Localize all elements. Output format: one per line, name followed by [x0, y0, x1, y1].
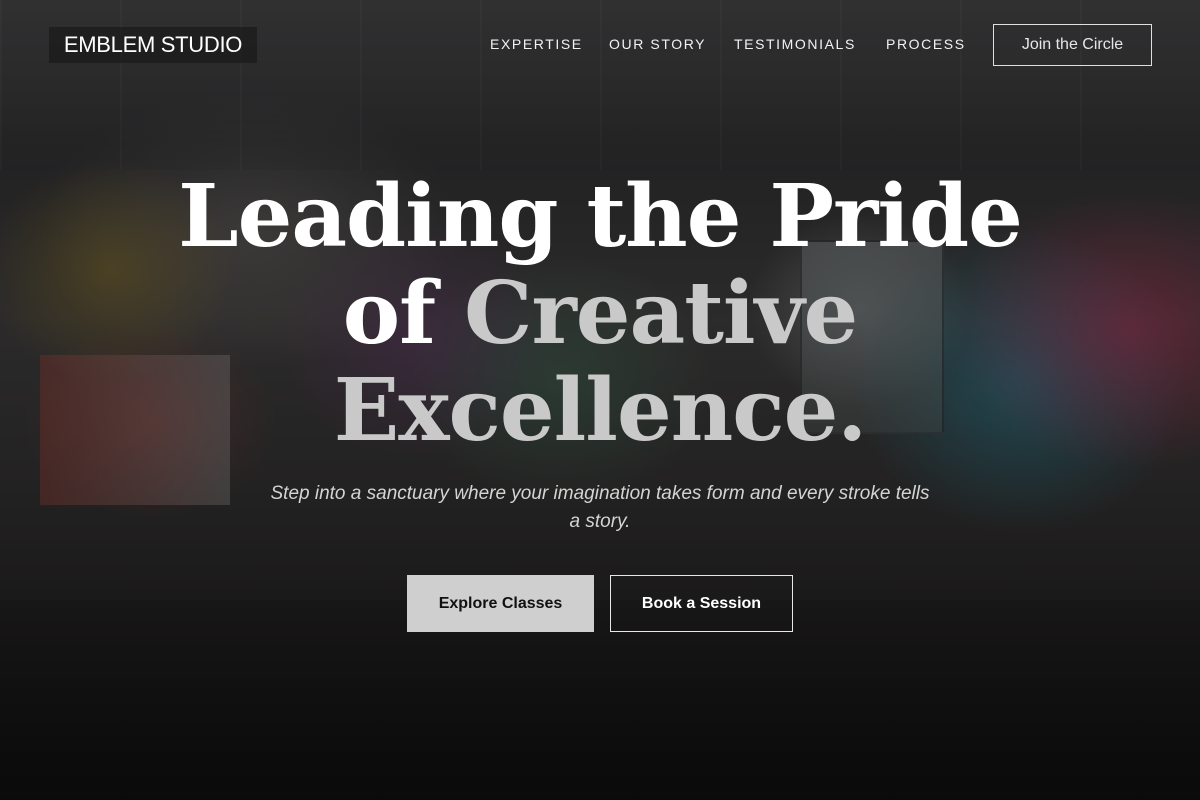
- headline-word-of: of: [342, 263, 464, 364]
- nav-link-testimonials[interactable]: TESTIMONIALS: [734, 34, 856, 54]
- join-the-circle-button[interactable]: Join the Circle: [993, 24, 1152, 66]
- book-a-session-button[interactable]: Book a Session: [610, 575, 793, 632]
- nav-link-our-story[interactable]: OUR STORY: [609, 34, 706, 54]
- headline-line-1: Leading the Pride: [178, 166, 1023, 267]
- explore-classes-button[interactable]: Explore Classes: [407, 575, 594, 632]
- brand-logo[interactable]: EMBLEM STUDIO: [49, 27, 257, 63]
- headline-line-2: of Creative: [100, 265, 1100, 362]
- headline-word-creative: Creative: [464, 263, 858, 364]
- hero-section: EMBLEM STUDIO EXPERTISE OUR STORY TESTIM…: [0, 0, 1200, 800]
- headline-line-3: Excellence.: [333, 360, 868, 461]
- top-navigation: EMBLEM STUDIO EXPERTISE OUR STORY TESTIM…: [0, 0, 1200, 90]
- hero-headline: Leading the Pride of Creative Excellence…: [100, 168, 1100, 459]
- nav-link-process[interactable]: PROCESS: [886, 34, 966, 54]
- hero-subtitle: Step into a sanctuary where your imagina…: [270, 483, 930, 532]
- nav-link-expertise[interactable]: EXPERTISE: [490, 34, 583, 54]
